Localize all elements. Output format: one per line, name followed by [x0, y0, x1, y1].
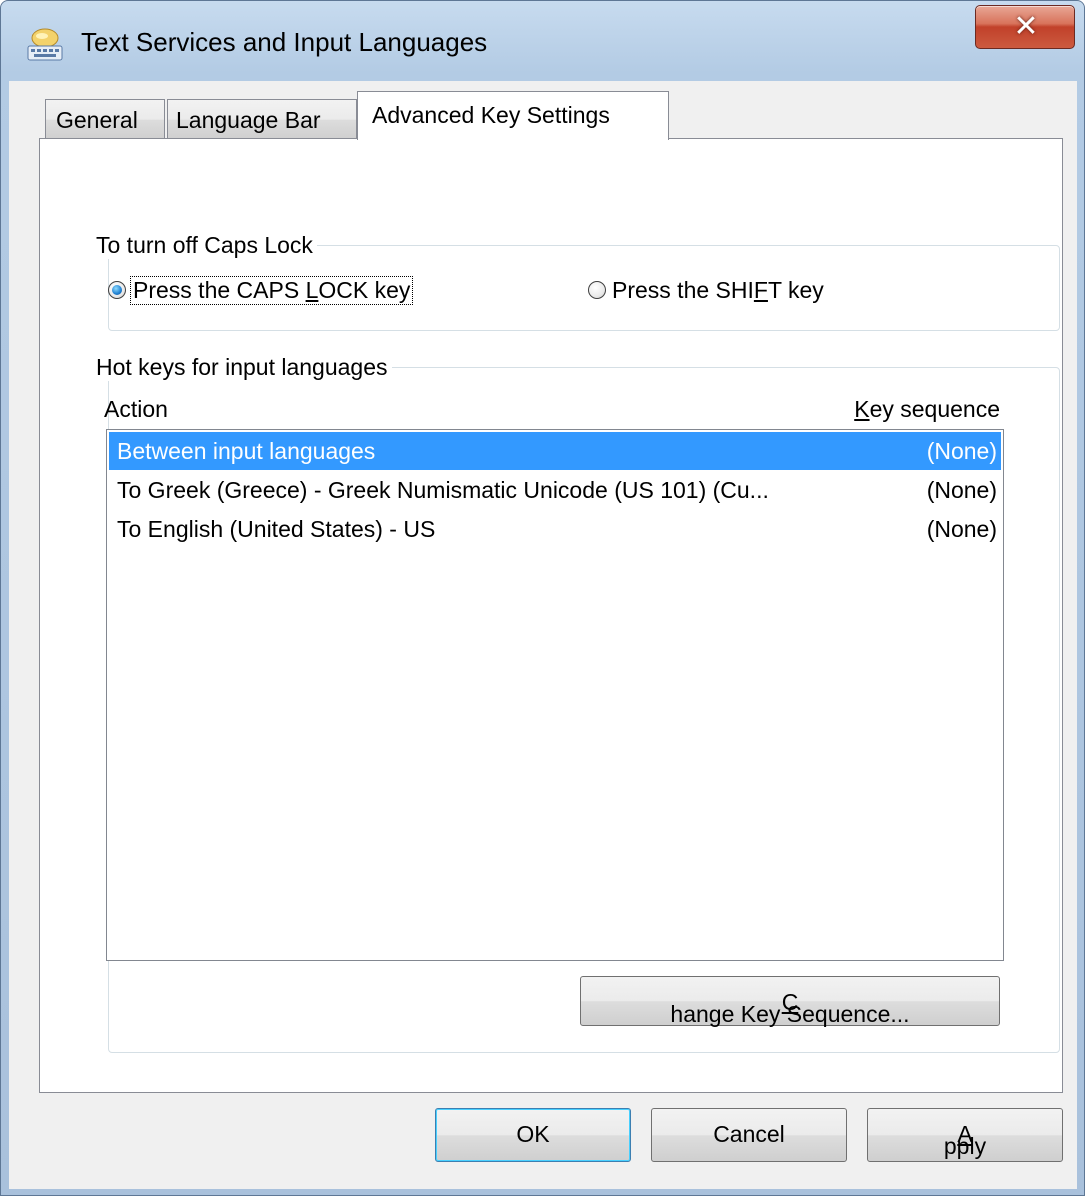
list-item-key-sequence: (None)	[926, 438, 997, 464]
ok-label: OK	[516, 1121, 550, 1147]
hotkeys-group-label: Hot keys for input languages	[92, 354, 392, 381]
tab-general[interactable]: General	[45, 99, 165, 139]
apply-label: Apply	[943, 1121, 987, 1159]
cancel-label: Cancel	[713, 1121, 785, 1147]
list-item[interactable]: To Greek (Greece) - Greek Numismatic Uni…	[109, 471, 1001, 509]
list-item-action: To English (United States) - US	[117, 516, 436, 542]
window-title: Text Services and Input Languages	[81, 27, 488, 57]
radio-shift-label: Press the SHIFT key	[612, 277, 824, 303]
dialog-client-area: General Language Bar Advanced Key Settin…	[9, 81, 1077, 1189]
list-item[interactable]: Between input languages (None)	[109, 432, 1001, 470]
tab-advanced-key-settings[interactable]: Advanced Key Settings	[357, 91, 669, 140]
tab-panel: To turn off Caps Lock Press the CAPS LOC…	[39, 138, 1063, 1093]
list-item[interactable]: To English (United States) - US (None)	[109, 510, 1001, 548]
close-icon: ✕	[1013, 9, 1039, 44]
tab-language-bar-label: Language Bar	[176, 107, 321, 133]
radio-button-checked[interactable]	[108, 281, 126, 299]
radio-button[interactable]	[588, 281, 606, 299]
list-item-action: To Greek (Greece) - Greek Numismatic Uni…	[117, 477, 769, 503]
ok-button[interactable]: OK	[435, 1108, 631, 1162]
cancel-button[interactable]: Cancel	[651, 1108, 847, 1162]
tab-general-label: General	[56, 107, 138, 133]
list-item-key-sequence: (None)	[926, 516, 997, 542]
list-item-action: Between input languages	[117, 438, 376, 464]
column-header-action[interactable]: Action	[104, 396, 168, 423]
hotkeys-list[interactable]: Between input languages (None) To Greek …	[106, 429, 1004, 961]
apply-button[interactable]: Apply	[867, 1108, 1063, 1162]
change-key-sequence-label: Change Key Sequence...	[670, 989, 910, 1027]
title-bar[interactable]: Text Services and Input Languages ✕	[1, 1, 1084, 81]
radio-caps-lock-label: Press the CAPS LOCK key	[130, 276, 414, 305]
tab-language-bar[interactable]: Language Bar	[167, 99, 357, 139]
dialog-window: Text Services and Input Languages ✕ Gene…	[0, 0, 1085, 1196]
change-key-sequence-button[interactable]: Change Key Sequence...	[580, 976, 1000, 1027]
keyboard-language-icon	[27, 28, 63, 61]
close-button[interactable]: ✕	[975, 5, 1075, 49]
list-item-key-sequence: (None)	[926, 477, 997, 503]
caps-lock-group-label: To turn off Caps Lock	[92, 232, 317, 259]
tab-advanced-key-settings-label: Advanced Key Settings	[372, 102, 610, 128]
column-header-key-sequence[interactable]: Key sequence	[854, 396, 1000, 423]
